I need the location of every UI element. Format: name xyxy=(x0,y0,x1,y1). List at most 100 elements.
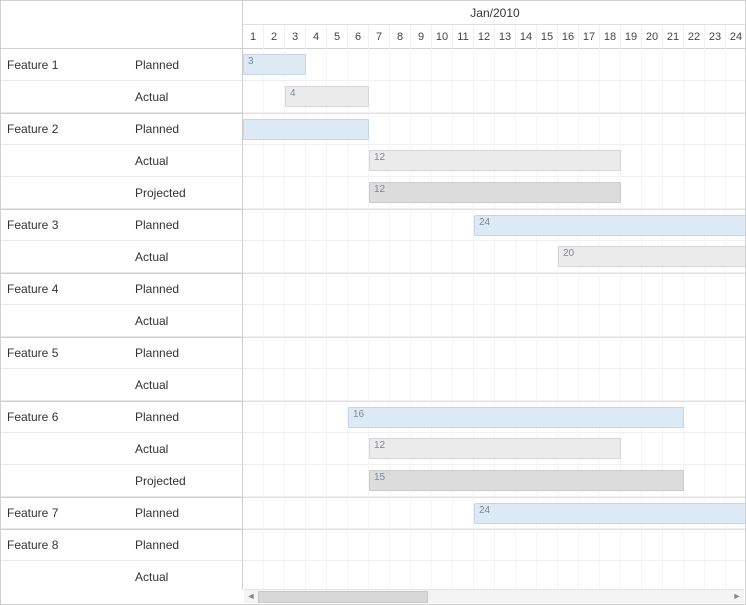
task-row[interactable]: Feature 1Planned xyxy=(1,49,242,81)
gantt-bar-label: 24 xyxy=(479,217,490,228)
task-row[interactable]: Actual xyxy=(1,561,242,589)
gantt-header: Jan/2010 1234567891011121314151617181920… xyxy=(1,1,745,49)
timeline-row xyxy=(243,273,745,305)
task-row[interactable]: Feature 4Planned xyxy=(1,273,242,305)
task-row[interactable]: Projected xyxy=(1,465,242,497)
gantt-bar-label: 15 xyxy=(374,472,385,483)
gantt-bar-actual[interactable]: 4 xyxy=(285,86,369,107)
scroll-right-button[interactable]: ► xyxy=(730,590,744,604)
row-type-cell: Planned xyxy=(131,497,242,529)
gantt-bar-projected[interactable]: 15 xyxy=(369,470,684,491)
timeline-row: 24 xyxy=(243,497,745,529)
timeline-row xyxy=(243,369,745,401)
day-header-cell: 10 xyxy=(432,25,453,49)
gantt-bar-planned[interactable] xyxy=(243,119,369,140)
timeline-row xyxy=(243,561,745,589)
day-header-cell: 15 xyxy=(537,25,558,49)
gantt-bar-actual[interactable]: 12 xyxy=(369,150,621,171)
timeline-row xyxy=(243,337,745,369)
day-header-cell: 4 xyxy=(306,25,327,49)
task-row[interactable]: Actual xyxy=(1,81,242,113)
day-header-cell: 2 xyxy=(264,25,285,49)
task-row[interactable]: Feature 2Planned xyxy=(1,113,242,145)
row-type-cell: Actual xyxy=(131,369,242,401)
timeline-row: 12 xyxy=(243,433,745,465)
timeline-row xyxy=(243,529,745,561)
task-row[interactable]: Feature 3Planned xyxy=(1,209,242,241)
task-row[interactable]: Feature 8Planned xyxy=(1,529,242,561)
day-header-cell: 22 xyxy=(684,25,705,49)
row-type-cell: Projected xyxy=(131,465,242,497)
row-type-cell: Projected xyxy=(131,177,242,209)
day-header-cell: 7 xyxy=(369,25,390,49)
timeline-row: 15 xyxy=(243,465,745,497)
gantt-bar-label: 16 xyxy=(353,409,364,420)
feature-name-cell: Feature 6 xyxy=(1,401,131,433)
task-row[interactable]: Feature 5Planned xyxy=(1,337,242,369)
gantt-bar-planned[interactable]: 24 xyxy=(474,503,745,524)
feature-name-cell: Feature 8 xyxy=(1,529,131,561)
gantt-bar-label: 20 xyxy=(563,248,574,259)
day-header-cell: 18 xyxy=(600,25,621,49)
day-header-cell: 17 xyxy=(579,25,600,49)
timeline-pane[interactable]: 3 4 12 12 24 20 16 12 15 24 xyxy=(243,49,745,589)
row-type-cell: Actual xyxy=(131,81,242,113)
gantt-bar-label: 4 xyxy=(290,88,296,99)
day-header-cell: 8 xyxy=(390,25,411,49)
task-row[interactable]: Projected xyxy=(1,177,242,209)
row-type-cell: Planned xyxy=(131,529,242,561)
gantt-bar-planned[interactable]: 16 xyxy=(348,407,684,428)
day-header-cell: 6 xyxy=(348,25,369,49)
gantt-body: Feature 1PlannedActualFeature 2PlannedAc… xyxy=(1,49,745,589)
header-left-spacer xyxy=(1,1,243,48)
task-row[interactable]: Actual xyxy=(1,241,242,273)
scroll-track[interactable] xyxy=(258,590,730,604)
scroll-thumb[interactable] xyxy=(258,591,428,603)
timeline-rows: 3 4 12 12 24 20 16 12 15 24 xyxy=(243,49,745,589)
gantt-bar-actual[interactable]: 12 xyxy=(369,438,621,459)
row-type-cell: Actual xyxy=(131,561,242,590)
task-row[interactable]: Feature 7Planned xyxy=(1,497,242,529)
day-header-cell: 14 xyxy=(516,25,537,49)
timeline-row: 3 xyxy=(243,49,745,81)
row-type-cell: Actual xyxy=(131,433,242,465)
gantt-bar-label: 3 xyxy=(248,56,254,67)
gantt-bar-label: 12 xyxy=(374,440,385,451)
day-header-cell: 3 xyxy=(285,25,306,49)
timeline-row: 24 xyxy=(243,209,745,241)
gantt-bar-planned[interactable]: 3 xyxy=(243,54,306,75)
scroll-left-button[interactable]: ◄ xyxy=(244,590,258,604)
gantt-bar-label: 24 xyxy=(479,505,490,516)
timeline-row: 12 xyxy=(243,177,745,209)
row-type-cell: Planned xyxy=(131,49,242,81)
day-header-cell: 19 xyxy=(621,25,642,49)
days-row: 123456789101112131415161718192021222324 xyxy=(243,25,746,49)
row-type-cell: Planned xyxy=(131,209,242,241)
gantt-bar-projected[interactable]: 12 xyxy=(369,182,621,203)
task-row[interactable]: Actual xyxy=(1,369,242,401)
row-type-cell: Planned xyxy=(131,337,242,369)
horizontal-scrollbar[interactable]: ◄ ► xyxy=(244,589,744,603)
task-row[interactable]: Actual xyxy=(1,145,242,177)
feature-name-cell: Feature 7 xyxy=(1,497,131,529)
timeline-row xyxy=(243,305,745,337)
timeline-row: 4 xyxy=(243,81,745,113)
row-type-cell: Actual xyxy=(131,241,242,273)
gantt-bar-actual[interactable]: 20 xyxy=(558,246,745,267)
day-header-cell: 13 xyxy=(495,25,516,49)
task-list-pane: Feature 1PlannedActualFeature 2PlannedAc… xyxy=(1,49,243,589)
feature-name-cell: Feature 1 xyxy=(1,49,131,81)
timeline-row xyxy=(243,113,745,145)
feature-name-cell: Feature 5 xyxy=(1,337,131,369)
day-header-cell: 24 xyxy=(726,25,746,49)
feature-name-cell: Feature 4 xyxy=(1,273,131,305)
task-row[interactable]: Actual xyxy=(1,433,242,465)
day-header-cell: 1 xyxy=(243,25,264,49)
month-label: Jan/2010 xyxy=(243,1,746,25)
row-type-cell: Planned xyxy=(131,113,242,145)
gantt-chart: Jan/2010 1234567891011121314151617181920… xyxy=(0,0,746,605)
task-row[interactable]: Feature 6Planned xyxy=(1,401,242,433)
task-row[interactable]: Actual xyxy=(1,305,242,337)
day-header-cell: 23 xyxy=(705,25,726,49)
gantt-bar-planned[interactable]: 24 xyxy=(474,215,745,236)
